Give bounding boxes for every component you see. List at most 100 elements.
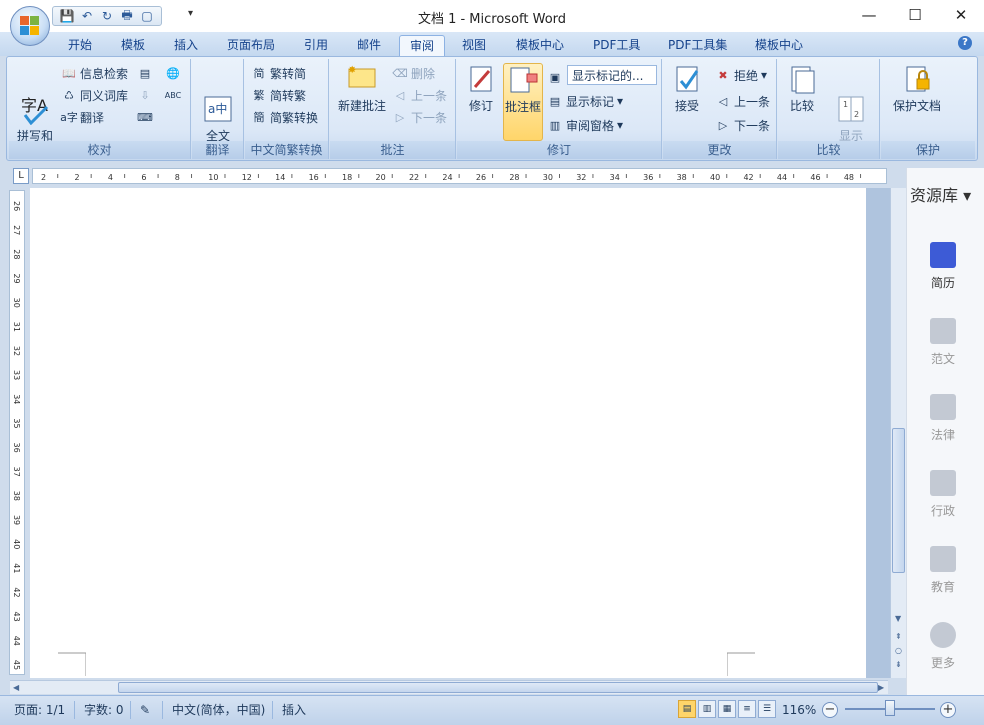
zoom-slider-thumb[interactable]	[885, 700, 895, 716]
maximize-button[interactable]: ☐	[892, 0, 938, 30]
simp-to-trad-button[interactable]: 繁简转繁	[251, 85, 307, 105]
group-label-protect: 保护	[881, 141, 975, 159]
ruler-tick-label: 29	[12, 273, 21, 283]
insert-mode-indicator[interactable]: 插入	[282, 700, 306, 720]
side-item-more[interactable]: 更多	[921, 622, 965, 671]
browse-object-icon[interactable]: ○	[895, 646, 902, 655]
delete-comment-button[interactable]: ⌫ 删除	[392, 63, 435, 83]
language-indicator[interactable]: 中文(简体，中国)	[172, 700, 265, 720]
tab-home[interactable]: 开始	[58, 35, 102, 56]
side-item-resume[interactable]: 简历	[921, 242, 965, 291]
simp-trad-icon: 繁	[253, 89, 265, 102]
help-icon[interactable]: ?	[958, 36, 972, 50]
prev-page-icon[interactable]: ⇞	[895, 632, 902, 641]
compare-button[interactable]: 比较	[782, 63, 822, 114]
set-language-button[interactable]: 🌐	[165, 63, 181, 83]
prev-comment-button[interactable]: ◁ 上一条	[392, 85, 447, 105]
accept-button[interactable]: 接受	[665, 63, 709, 114]
proofing-status-icon[interactable]: ✎	[140, 700, 150, 720]
tab-pdf-toolset[interactable]: PDF工具集	[658, 35, 737, 56]
tab-insert[interactable]: 插入	[164, 35, 208, 56]
balloons-icon	[507, 64, 539, 96]
ruler-tick-label: 18	[342, 173, 352, 182]
protect-document-button[interactable]: 保护文档	[885, 63, 949, 114]
tab-pdf-tools[interactable]: PDF工具	[583, 35, 650, 56]
status-separator	[272, 701, 273, 719]
side-item-law[interactable]: 法律	[921, 394, 965, 443]
scroll-down-arrow-icon[interactable]: ▼	[895, 614, 901, 623]
reject-button[interactable]: ✖ 拒绝 ▾	[715, 65, 767, 85]
thesaurus-button[interactable]: ♺ 同义词库	[61, 85, 128, 105]
zoom-out-button[interactable]: −	[822, 702, 838, 718]
research-label: 信息检索	[80, 66, 129, 81]
calculator-button[interactable]: ⌨	[137, 107, 153, 127]
tab-template-center[interactable]: 模板中心	[506, 35, 574, 56]
next-change-button[interactable]: ▷ 下一条	[715, 115, 770, 135]
tab-view[interactable]: 视图	[452, 35, 496, 56]
ruler-tick-label: 30	[12, 298, 21, 308]
display-for-review-select[interactable]: 显示标记的...	[567, 65, 657, 85]
side-item-admin[interactable]: 行政	[921, 470, 965, 519]
side-item-label: 简历	[930, 276, 955, 290]
horizontal-scrollbar[interactable]: ◀ ▶	[10, 680, 888, 694]
zoom-in-button[interactable]: +	[940, 702, 956, 718]
reviewing-pane-icon: ▥	[549, 118, 561, 132]
web-layout-icon[interactable]: ▦	[718, 700, 736, 718]
scroll-left-arrow-icon[interactable]: ◀	[13, 683, 19, 692]
horizontal-scroll-thumb[interactable]	[118, 682, 878, 693]
ruler-tick-label: 24	[442, 173, 452, 182]
outline-view-icon[interactable]: ≡	[738, 700, 756, 718]
next-comment-button[interactable]: ▷ 下一条	[392, 107, 447, 127]
ruler-tick-label: 28	[509, 173, 519, 182]
next-comment-label: 下一条	[411, 110, 448, 125]
ruler-tick-label: 44	[777, 173, 787, 182]
close-button[interactable]: ✕	[938, 0, 984, 30]
document-area	[30, 188, 890, 678]
tab-page-layout[interactable]: 页面布局	[217, 35, 285, 56]
vertical-scroll-thumb[interactable]	[892, 428, 905, 573]
side-item-label: 教育	[930, 580, 955, 594]
tab-review[interactable]: 审阅	[399, 35, 446, 56]
group-label-proofing: 校对	[9, 141, 190, 159]
minimize-button[interactable]: —	[846, 0, 892, 30]
translation-tip-button[interactable]: ▤	[137, 63, 153, 83]
next-page-icon[interactable]: ⇟	[895, 660, 902, 669]
track-changes-button[interactable]: 修订	[461, 63, 501, 114]
word-count-button[interactable]: ABC	[165, 85, 181, 105]
tab-mailings[interactable]: 邮件	[347, 35, 391, 56]
scroll-right-arrow-icon[interactable]: ▶	[878, 683, 884, 692]
translate-button[interactable]: a字 翻译	[60, 107, 104, 127]
horizontal-ruler-ticks: 2 2 4 6 8 10 12 14 16 18 20 22 24 26 28 30 32 34 36 38 40 42 4…	[41, 173, 862, 182]
reviewing-pane-button[interactable]: ▥ 审阅窗格 ▾	[547, 115, 623, 135]
window-title: 文档 1 - Microsoft Word	[417, 12, 567, 27]
page-indicator[interactable]: 页面: 1/1	[14, 700, 65, 720]
document-page[interactable]	[30, 188, 866, 678]
resource-library-title[interactable]: 资源库 ▾	[910, 182, 971, 206]
print-layout-icon[interactable]: ▤	[678, 700, 696, 718]
horizontal-ruler[interactable]: 2 2 4 6 8 10 12 14 16 18 20 22 24 26 28 30 32 34 36 38 40 42 4…	[32, 168, 887, 184]
zoom-level[interactable]: 116%	[782, 700, 816, 720]
draft-view-icon[interactable]: ☰	[758, 700, 776, 718]
research-button[interactable]: 📖 信息检索	[61, 63, 128, 83]
title-bar: 💾 ↶ ↻ 🖶 ▢ ▾ 文档 1 - Microsoft Word — ☐ ✕	[0, 0, 984, 32]
tab-templates[interactable]: 模板	[111, 35, 155, 56]
show-markup-button[interactable]: ▤ 显示标记 ▾	[547, 91, 623, 111]
vertical-ruler[interactable]: 26 27 28 29 30 31 32 33 34 35 36 37 38 39 40 41 42 43 44 45	[9, 190, 25, 675]
vertical-scrollbar[interactable]: ▼ ⇞ ○ ⇟	[890, 188, 906, 678]
research-icon: 📖	[62, 66, 76, 80]
tab-references[interactable]: 引用	[294, 35, 338, 56]
tab-template-center-2[interactable]: 模板中心	[745, 35, 813, 56]
balloons-button[interactable]: 批注框	[503, 63, 543, 141]
full-screen-reading-icon[interactable]: ▥	[698, 700, 716, 718]
new-comment-button[interactable]: ✸ 新建批注	[334, 63, 390, 114]
side-item-samples[interactable]: 范文	[921, 318, 965, 367]
trad-to-simp-button[interactable]: 简繁转简	[251, 63, 307, 83]
chinese-convert-button[interactable]: 簡简繁转换	[251, 107, 319, 127]
prev-change-button[interactable]: ◁ 上一条	[715, 91, 770, 111]
side-item-education[interactable]: 教育	[921, 546, 965, 595]
office-button[interactable]	[10, 6, 50, 46]
word-count[interactable]: 字数: 0	[84, 700, 124, 720]
translate-tooltip-button[interactable]: ⇩	[137, 85, 153, 105]
tab-selector[interactable]: L	[13, 168, 29, 184]
ruler-tick-label: 42	[12, 587, 21, 597]
